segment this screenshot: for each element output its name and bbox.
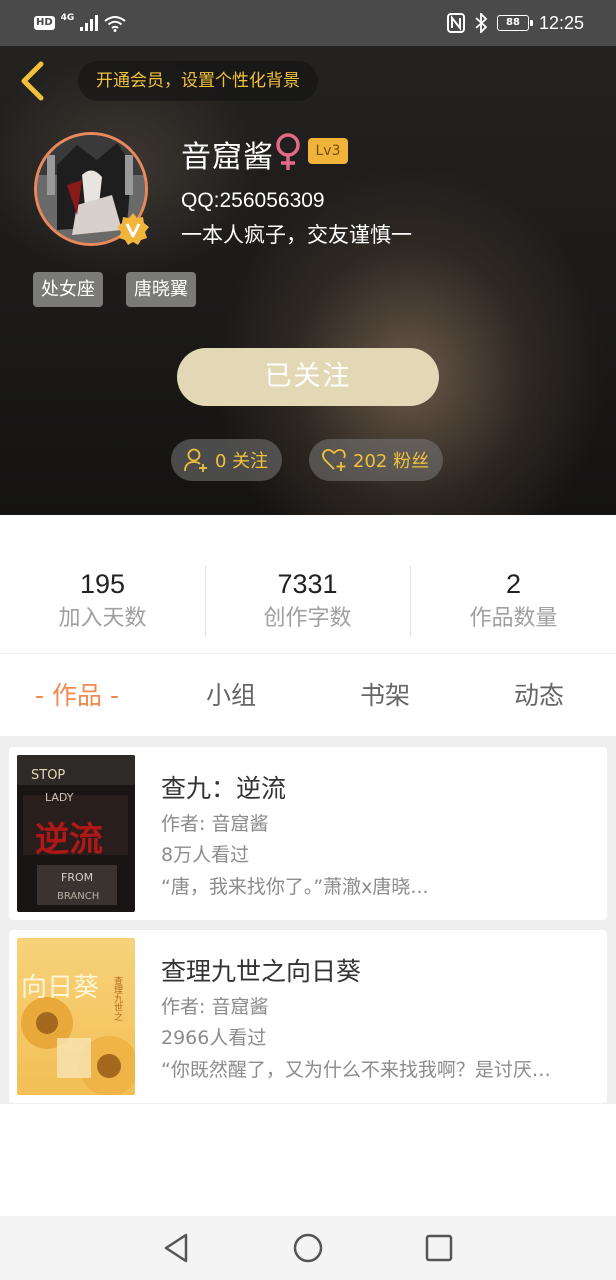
fans-button[interactable]: 202 粉丝 [309, 439, 444, 481]
profile-header: 开通会员，设置个性化背景 音窟酱 Lv3 QQ:256056309 一本人疯子，… [0, 46, 616, 515]
stat-works: 2 作品数量 [411, 565, 616, 635]
heart-add-icon [322, 448, 346, 471]
stat-words: 7331 创作字数 [205, 565, 410, 635]
status-right: 88 12:25 [446, 10, 584, 36]
cover-image: STOP LADY 逆流 FROM BRANCH [17, 755, 135, 912]
female-icon [276, 133, 300, 170]
qq-number: QQ:256056309 [181, 189, 325, 212]
triangle-back-icon [164, 1233, 188, 1263]
avatar-container[interactable] [34, 132, 149, 246]
book-author: 作者: 音窟酱 [161, 813, 269, 835]
battery-indicator: 88 [496, 15, 533, 31]
cover-text: 查理九世之 [112, 975, 123, 1022]
stat-value: 7331 [277, 569, 338, 599]
tag-zodiac[interactable]: 处女座 [33, 272, 103, 307]
nfc-icon [446, 13, 465, 33]
hd-indicator: HD [34, 16, 55, 30]
chevron-left-icon [21, 61, 44, 101]
cover-text: STOP [31, 768, 65, 783]
system-nav-bar [0, 1216, 616, 1280]
tab-works[interactable]: - 作品 - [0, 654, 154, 736]
nav-recent-button[interactable] [421, 1230, 457, 1266]
profile-stats: 195 加入天数 7331 创作字数 2 作品数量 [0, 515, 616, 654]
book-cover[interactable]: STOP LADY 逆流 FROM BRANCH [17, 755, 135, 912]
stat-label: 加入天数 [58, 606, 147, 631]
back-button[interactable] [14, 60, 50, 102]
bluetooth-icon [475, 13, 487, 33]
book-title[interactable]: 查理九世之向日葵 [161, 952, 361, 988]
following-button[interactable]: 0 关注 [171, 439, 283, 481]
stat-days: 195 加入天数 [0, 565, 205, 635]
user-add-icon [184, 448, 207, 472]
level-badge: Lv3 [308, 138, 348, 164]
book-title[interactable]: 查九：逆流 [161, 769, 286, 805]
book-description: “唐，我来找你了。”萧澈x唐晓... [161, 876, 429, 898]
network-type: 4G [60, 13, 75, 23]
status-bar: HD 4G 88 12:25 [0, 0, 616, 46]
book-description: “你既然醒了，又为什么不来找我啊？是讨厌… [161, 1059, 551, 1081]
tab-bookshelf[interactable]: 书架 [308, 654, 462, 736]
stat-label: 创作字数 [263, 606, 352, 631]
square-recent-icon [425, 1234, 453, 1262]
verified-v-icon [117, 213, 149, 245]
stat-label: 作品数量 [469, 606, 558, 631]
cover-text: BRANCH [57, 891, 99, 902]
list-item[interactable]: STOP LADY 逆流 FROM BRANCH 查九：逆流 作者: 音窟酱 8… [9, 747, 607, 920]
following-count: 0 关注 [215, 451, 269, 472]
cover-text: LADY [45, 791, 74, 804]
book-author: 作者: 音窟酱 [161, 996, 269, 1018]
cover-text: FROM [61, 871, 93, 884]
book-cover[interactable]: 向日葵 查理九世之 [17, 938, 135, 1095]
vip-background-prompt[interactable]: 开通会员，设置个性化背景 [78, 61, 318, 101]
fans-count: 202 粉丝 [353, 451, 430, 472]
circle-home-icon [293, 1233, 323, 1263]
tab-groups[interactable]: 小组 [154, 654, 308, 736]
wifi-icon [104, 15, 126, 32]
status-left: HD 4G [34, 12, 126, 34]
works-list: STOP LADY 逆流 FROM BRANCH 查九：逆流 作者: 音窟酱 8… [0, 736, 616, 1104]
book-views: 2966人看过 [161, 1027, 267, 1049]
tag-interest[interactable]: 唐晓翼 [126, 272, 196, 307]
signal-icon [80, 15, 99, 31]
username: 音窟酱 [181, 140, 274, 175]
follow-button[interactable]: 已关注 [177, 348, 439, 406]
cover-title: 逆流 [35, 820, 103, 860]
clock: 12:25 [538, 12, 584, 33]
profile-tabs: - 作品 - 小组 书架 动态 [0, 654, 616, 736]
cover-title: 向日葵 [21, 973, 99, 1003]
stat-value: 2 [505, 569, 522, 599]
cover-image: 向日葵 查理九世之 [17, 938, 135, 1095]
user-signature: 一本人疯子，交友谨慎一 [181, 223, 412, 247]
nav-back-button[interactable] [158, 1230, 194, 1266]
nav-home-button[interactable] [290, 1230, 326, 1266]
book-views: 8万人看过 [161, 844, 250, 866]
stat-value: 195 [79, 569, 126, 599]
tab-activity[interactable]: 动态 [462, 654, 616, 736]
list-item[interactable]: 向日葵 查理九世之 查理九世之向日葵 作者: 音窟酱 2966人看过 “你既然醒… [9, 930, 607, 1103]
